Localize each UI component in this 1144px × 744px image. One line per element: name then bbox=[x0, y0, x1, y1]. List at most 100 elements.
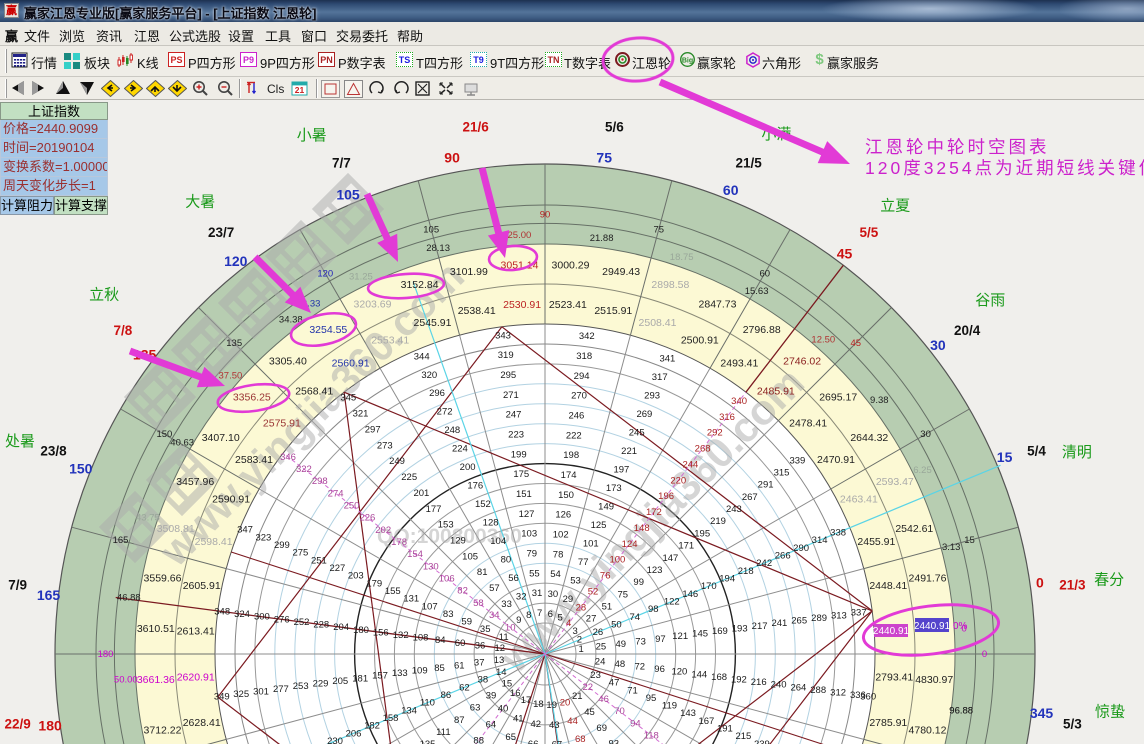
svg-text:2644.32: 2644.32 bbox=[850, 432, 888, 444]
svg-text:269: 269 bbox=[636, 409, 652, 420]
svg-text:316: 316 bbox=[719, 412, 735, 423]
svg-text:290: 290 bbox=[793, 543, 809, 554]
svg-text:20: 20 bbox=[560, 697, 571, 708]
svg-text:58: 58 bbox=[473, 598, 484, 609]
svg-text:7/7: 7/7 bbox=[332, 156, 351, 171]
svg-text:300: 300 bbox=[254, 612, 270, 623]
svg-text:2796.88: 2796.88 bbox=[743, 324, 781, 336]
svg-text:360: 360 bbox=[860, 692, 876, 703]
svg-text:216: 216 bbox=[751, 677, 767, 688]
svg-text:196: 196 bbox=[658, 491, 674, 502]
svg-text:165: 165 bbox=[37, 587, 61, 603]
svg-text:298: 298 bbox=[312, 476, 328, 487]
svg-text:299: 299 bbox=[274, 540, 290, 551]
svg-text:3.13: 3.13 bbox=[942, 542, 961, 553]
svg-text:5/5: 5/5 bbox=[860, 225, 879, 240]
svg-text:2542.61: 2542.61 bbox=[895, 523, 933, 535]
svg-text:31.25: 31.25 bbox=[349, 272, 373, 283]
svg-text:180: 180 bbox=[38, 717, 62, 733]
svg-text:80: 80 bbox=[501, 555, 512, 566]
svg-text:0: 0 bbox=[982, 649, 987, 660]
svg-text:2598.41: 2598.41 bbox=[195, 536, 233, 548]
svg-text:61: 61 bbox=[454, 660, 465, 671]
svg-text:133: 133 bbox=[392, 668, 408, 679]
svg-text:130: 130 bbox=[423, 561, 439, 572]
svg-text:349: 349 bbox=[214, 692, 230, 703]
svg-text:38: 38 bbox=[478, 675, 489, 686]
svg-text:2620.91: 2620.91 bbox=[177, 671, 215, 683]
svg-text:21/3: 21/3 bbox=[1059, 578, 1086, 593]
svg-text:2440.91: 2440.91 bbox=[914, 621, 951, 632]
svg-text:132: 132 bbox=[393, 630, 409, 641]
svg-text:9: 9 bbox=[516, 615, 521, 626]
svg-text:3305.40: 3305.40 bbox=[269, 355, 307, 367]
svg-text:70: 70 bbox=[614, 706, 625, 717]
svg-text:5/4: 5/4 bbox=[1027, 443, 1046, 458]
svg-text:30: 30 bbox=[930, 337, 946, 353]
svg-text:15: 15 bbox=[997, 449, 1013, 465]
svg-text:7: 7 bbox=[537, 608, 542, 619]
svg-text:11: 11 bbox=[499, 632, 509, 643]
svg-text:270: 270 bbox=[571, 391, 587, 402]
svg-text:240: 240 bbox=[771, 680, 787, 691]
svg-text:82: 82 bbox=[457, 586, 468, 597]
svg-text:150: 150 bbox=[69, 460, 93, 476]
svg-text:343: 343 bbox=[495, 330, 511, 341]
svg-text:152: 152 bbox=[475, 499, 491, 510]
svg-text:167: 167 bbox=[698, 716, 714, 727]
svg-text:2491.76: 2491.76 bbox=[909, 572, 947, 584]
svg-text:20/4: 20/4 bbox=[954, 323, 981, 338]
svg-text:277: 277 bbox=[273, 684, 289, 695]
svg-text:294: 294 bbox=[574, 371, 590, 382]
svg-text:36: 36 bbox=[475, 640, 486, 651]
svg-text:46: 46 bbox=[598, 694, 609, 705]
svg-text:59: 59 bbox=[461, 617, 472, 628]
svg-text:246: 246 bbox=[568, 411, 584, 422]
svg-text:31: 31 bbox=[532, 588, 543, 599]
svg-text:2847.73: 2847.73 bbox=[699, 299, 737, 311]
svg-text:148: 148 bbox=[634, 523, 650, 534]
svg-text:15.63: 15.63 bbox=[745, 286, 769, 297]
svg-text:清明: 清明 bbox=[1062, 444, 1092, 461]
svg-text:90: 90 bbox=[444, 150, 460, 166]
svg-text:2493.41: 2493.41 bbox=[720, 358, 758, 370]
svg-text:120: 120 bbox=[671, 667, 687, 678]
svg-text:145: 145 bbox=[692, 629, 708, 640]
svg-text:45: 45 bbox=[851, 338, 862, 349]
svg-text:217: 217 bbox=[752, 621, 768, 632]
svg-text:241: 241 bbox=[771, 618, 787, 629]
svg-text:174: 174 bbox=[561, 470, 577, 481]
svg-text:180: 180 bbox=[353, 625, 369, 636]
svg-text:345: 345 bbox=[340, 393, 356, 404]
svg-text:249: 249 bbox=[389, 456, 405, 467]
svg-text:60: 60 bbox=[723, 182, 739, 198]
svg-text:293: 293 bbox=[644, 391, 660, 402]
svg-text:3254.55: 3254.55 bbox=[309, 324, 347, 336]
svg-text:37.50: 37.50 bbox=[219, 371, 243, 382]
svg-text:2568.41: 2568.41 bbox=[295, 385, 333, 397]
svg-text:2485.91: 2485.91 bbox=[757, 385, 795, 397]
svg-text:0: 0 bbox=[1036, 575, 1044, 591]
svg-text:2448.41: 2448.41 bbox=[869, 580, 907, 592]
svg-text:264: 264 bbox=[790, 682, 806, 693]
svg-text:273: 273 bbox=[377, 440, 393, 451]
svg-text:27: 27 bbox=[586, 614, 597, 625]
svg-text:143: 143 bbox=[680, 708, 696, 719]
svg-text:51: 51 bbox=[602, 602, 613, 613]
svg-text:2478.41: 2478.41 bbox=[789, 418, 827, 430]
svg-text:2793.41: 2793.41 bbox=[875, 671, 913, 683]
svg-text:5: 5 bbox=[558, 612, 563, 623]
svg-text:347: 347 bbox=[237, 525, 253, 536]
svg-text:338: 338 bbox=[830, 528, 846, 539]
svg-text:21: 21 bbox=[572, 691, 583, 702]
svg-text:17: 17 bbox=[521, 695, 532, 706]
svg-text:63: 63 bbox=[470, 703, 481, 714]
svg-text:202: 202 bbox=[375, 525, 391, 536]
svg-text:4780.12: 4780.12 bbox=[909, 725, 947, 737]
svg-text:100: 100 bbox=[609, 555, 625, 566]
svg-text:128: 128 bbox=[483, 518, 499, 529]
svg-text:324: 324 bbox=[234, 609, 250, 620]
svg-text:104: 104 bbox=[490, 536, 506, 547]
svg-text:230: 230 bbox=[327, 736, 343, 744]
svg-text:55: 55 bbox=[529, 568, 540, 579]
